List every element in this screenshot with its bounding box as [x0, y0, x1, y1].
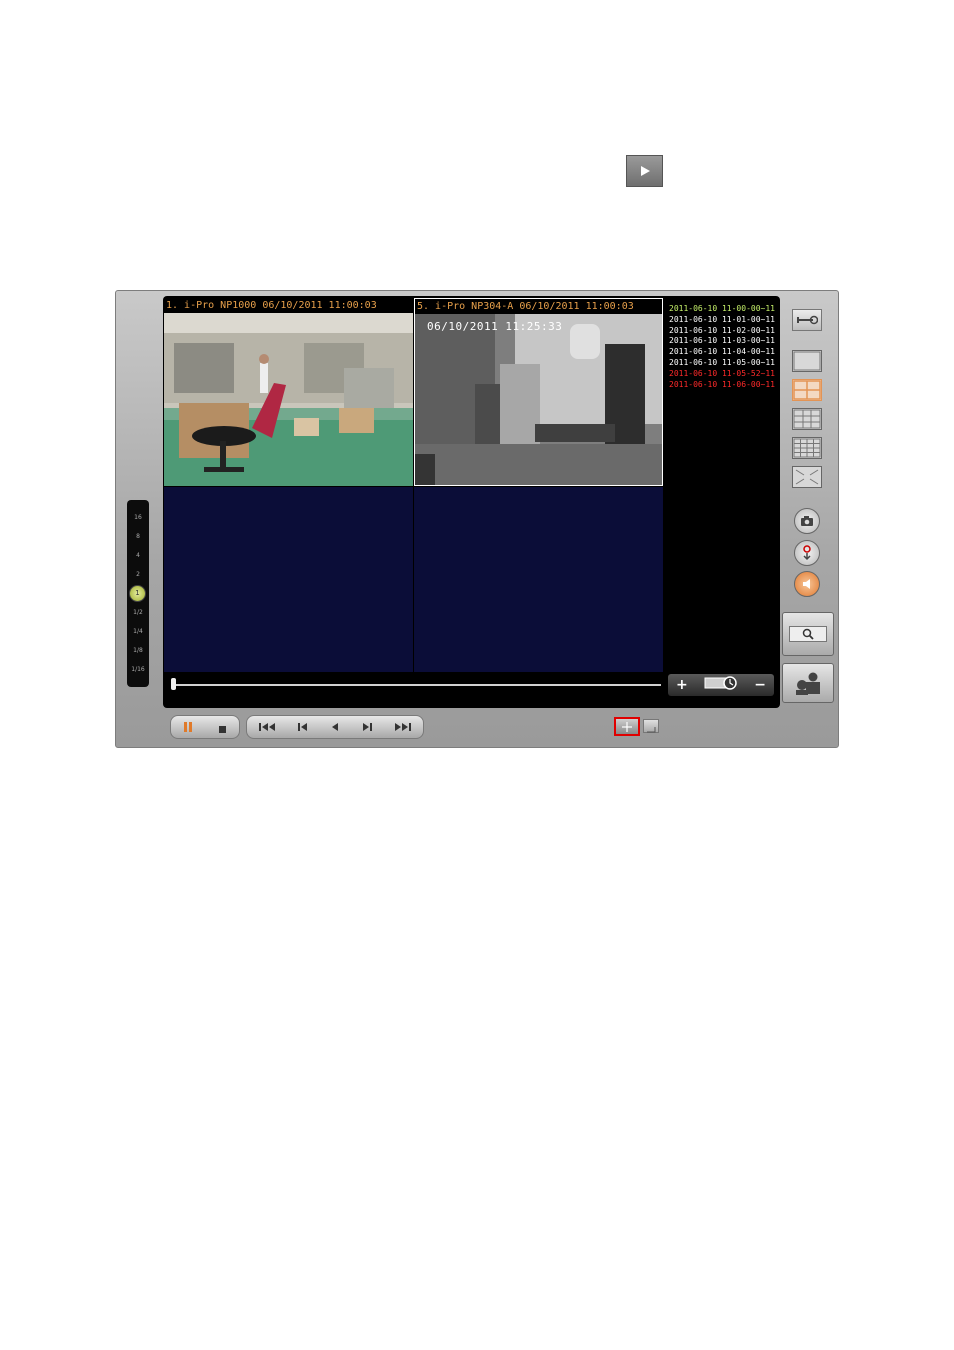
play-button[interactable] — [626, 155, 663, 187]
speed-label[interactable]: 8 — [127, 533, 149, 541]
record-item[interactable]: 2011-06-10 11-02-00~11-0 — [666, 326, 776, 337]
cursor-tool-button[interactable] — [614, 717, 640, 736]
speaker-icon — [803, 579, 810, 589]
user-button[interactable] — [782, 663, 834, 703]
layout-3x3-button[interactable] — [792, 408, 822, 430]
record-item[interactable]: 2011-06-10 11-00-00~11-0 — [666, 304, 776, 315]
remove-record-button[interactable]: − — [754, 678, 766, 692]
speed-label[interactable]: 16 — [127, 514, 149, 522]
stop-icon — [218, 725, 226, 733]
search-icon — [802, 628, 814, 640]
layout-1x1-button[interactable] — [792, 350, 822, 372]
layout-3x3-icon — [793, 409, 821, 429]
speed-panel[interactable]: 16 8 4 2 1 1/2 1/4 1/8 1/16 — [127, 500, 149, 687]
camera-title: 1. i-Pro NP1000 06/10/2011 11:00:03 — [164, 298, 413, 313]
camera-video: 06/10/2011 11:25:33 — [415, 314, 662, 485]
record-list-controls: + − — [668, 674, 774, 696]
time-search-button[interactable] — [704, 675, 738, 695]
download-icon — [803, 545, 811, 561]
resize-tool-button[interactable] — [643, 719, 659, 733]
layout-4x4-button[interactable] — [792, 437, 822, 459]
layout-2x2-icon — [793, 380, 821, 400]
fullscreen-button[interactable] — [792, 466, 822, 488]
timeline-handle[interactable] — [171, 678, 176, 690]
record-list[interactable]: 2011-06-10 11-00-00~11-0 2011-06-10 11-01… — [666, 300, 776, 672]
wrench-icon — [797, 315, 818, 325]
crosshair-icon — [622, 721, 632, 732]
search-field-graphic — [789, 626, 827, 642]
navigation-group — [246, 715, 424, 739]
clock-icon — [704, 676, 737, 690]
camera-tile-5[interactable]: 5. i-Pro NP304-A 06/10/2011 11:00:03 06/… — [414, 298, 663, 486]
record-item[interactable]: 2011-06-10 11-04-00~11-0 — [666, 347, 776, 358]
speed-label[interactable]: 4 — [127, 552, 149, 560]
stop-button[interactable] — [218, 718, 226, 737]
record-item[interactable]: 2011-06-10 11-01-00~11-0 — [666, 315, 776, 326]
speed-knob[interactable]: 1 — [129, 585, 146, 602]
add-record-button[interactable]: + — [676, 678, 688, 692]
user-icon — [796, 672, 820, 695]
camera-tile-1[interactable]: 1. i-Pro NP1000 06/10/2011 11:00:03 — [164, 298, 413, 486]
record-download-button[interactable] — [794, 540, 820, 566]
last-record-button[interactable] — [393, 722, 413, 732]
search-button[interactable] — [782, 612, 834, 656]
audio-button[interactable] — [794, 571, 820, 597]
timeline-track — [171, 684, 661, 686]
fullscreen-icon — [795, 469, 819, 485]
speed-label[interactable]: 2 — [127, 571, 149, 579]
speed-label[interactable]: 1/2 — [127, 609, 149, 617]
layout-1x1-icon — [793, 351, 821, 371]
reverse-play-button[interactable] — [330, 722, 340, 732]
camera-video — [164, 313, 413, 486]
record-item[interactable]: 2011-06-10 11-05-52~11-0 — [666, 369, 776, 380]
first-record-button[interactable] — [257, 722, 277, 732]
previous-frame-button[interactable] — [296, 722, 310, 732]
next-frame-button[interactable] — [360, 722, 374, 732]
snapshot-button[interactable] — [794, 508, 820, 534]
record-item[interactable]: 2011-06-10 11-05-00~11-0 — [666, 358, 776, 369]
camera-title: 5. i-Pro NP304-A 06/10/2011 11:00:03 — [415, 299, 662, 314]
record-item[interactable]: 2011-06-10 11-06-00~11-0 — [666, 380, 776, 391]
speed-label[interactable]: 1/4 — [127, 628, 149, 636]
layout-4x4-icon — [793, 438, 821, 458]
timeline-slider[interactable] — [165, 676, 661, 696]
pause-icon — [184, 722, 188, 732]
speed-label[interactable]: 1/16 — [127, 666, 149, 674]
camera-tile-empty[interactable] — [414, 487, 663, 672]
overlay-timestamp: 06/10/2011 11:25:33 — [427, 320, 563, 333]
play-stop-group — [170, 715, 240, 739]
settings-button[interactable] — [792, 309, 822, 331]
camera-icon — [801, 516, 813, 526]
speed-label[interactable]: 1/8 — [127, 647, 149, 655]
layout-2x2-button[interactable] — [792, 379, 822, 401]
camera-tile-empty[interactable] — [164, 487, 413, 672]
play-icon — [640, 166, 650, 176]
resize-icon — [647, 727, 656, 733]
pause-button[interactable] — [184, 722, 193, 732]
record-item[interactable]: 2011-06-10 11-03-00~11-0 — [666, 336, 776, 347]
